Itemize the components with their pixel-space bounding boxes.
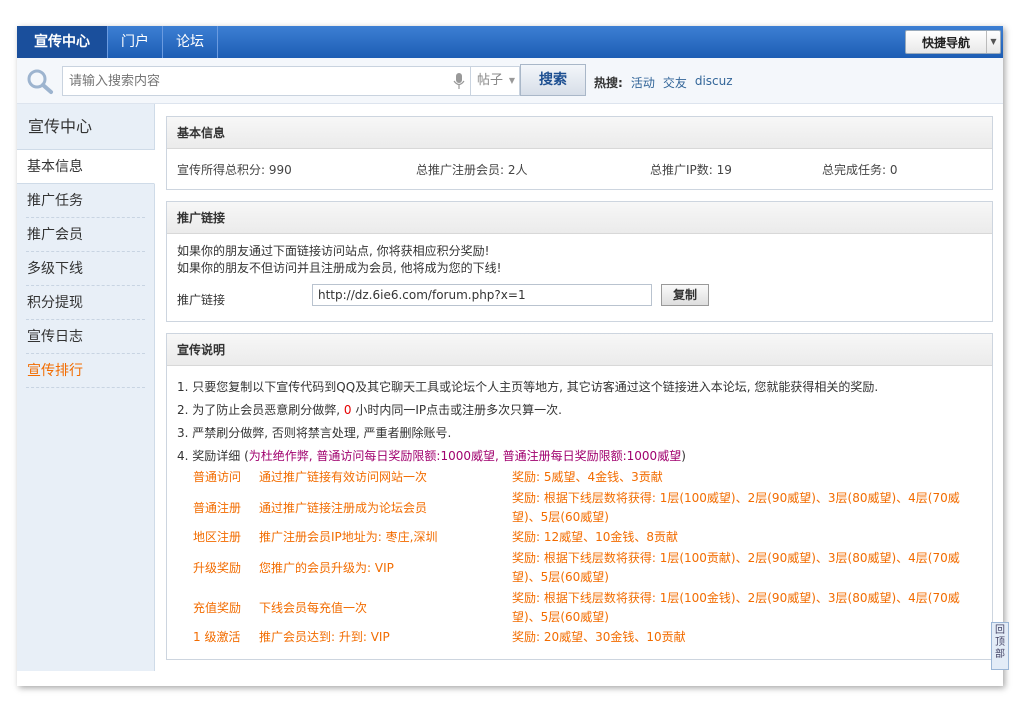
quick-nav-label: 快捷导航 [921, 35, 970, 50]
rules-list: 1. 只要您复制以下宣传代码到QQ及其它聊天工具或论坛个人主页等地方, 其它访客… [167, 366, 992, 648]
reward-value: 奖励: 根据下线层数将获得: 1层(100金钱)、2层(90威望)、3层(80威… [512, 591, 960, 624]
reward-condition: 通过推广链接注册成为论坛会员 [259, 500, 428, 515]
sidebar-item-withdraw[interactable]: 积分提现 [26, 286, 145, 320]
top-nav: 宣传中心 门户 论坛 [17, 26, 218, 58]
footer [17, 671, 1003, 686]
reward-type: 地区注册 [193, 530, 242, 544]
stat-total-tasks: 总完成任务: 0 [822, 163, 898, 177]
basic-info-panel: 基本信息 宣传所得总积分: 990 总推广注册会员: 2人 总推广IP数: 19… [166, 116, 993, 190]
search-type-label: 帖子 [477, 73, 504, 88]
promo-link-desc-2: 如果你的朋友不但访问并且注册成为会员, 他将成为您的下线! [177, 261, 502, 275]
promo-link-input[interactable] [312, 284, 652, 306]
basic-info-stats: 宣传所得总积分: 990 总推广注册会员: 2人 总推广IP数: 19 总完成任… [167, 149, 992, 189]
sidebar-item-promo-tasks[interactable]: 推广任务 [26, 184, 145, 218]
reward-row: 升级奖励 您推广的会员升级为: VIP 奖励: 根据下线层数将获得: 1层(10… [177, 548, 982, 588]
promo-link-desc-1: 如果你的朋友通过下面链接访问站点, 你将获相应积分奖励! [177, 244, 490, 258]
search-button[interactable]: 搜索 [520, 64, 586, 96]
stat-total-points: 宣传所得总积分: 990 [177, 163, 292, 177]
promo-link-title: 推广链接 [167, 202, 992, 234]
nav-item-forum[interactable]: 论坛 [163, 26, 218, 58]
reward-row: 地区注册 推广注册会员IP地址为: 枣庄,深圳 奖励: 12威望、10金钱、8贡… [177, 528, 982, 548]
copy-button[interactable]: 复制 [661, 284, 709, 306]
rule-item: 4. 奖励详细 (为杜绝作弊, 普通访问每日奖励限额:1000威望, 普通注册每… [177, 445, 982, 468]
sidebar-item-basic-info[interactable]: 基本信息 [17, 150, 155, 184]
sidebar-item-promo-log[interactable]: 宣传日志 [26, 320, 145, 354]
reward-condition: 推广会员达到: 升到: VIP [259, 630, 390, 644]
rule-text: 小时内同一IP点击或注册多次只算一次. [351, 403, 562, 417]
sidebar-item-multi-level[interactable]: 多级下线 [26, 252, 145, 286]
basic-info-title: 基本信息 [167, 117, 992, 149]
reward-row: 普通注册 通过推广链接注册成为论坛会员 奖励: 根据下线层数将获得: 1层(10… [177, 488, 982, 528]
promo-desc-panel: 宣传说明 1. 只要您复制以下宣传代码到QQ及其它聊天工具或论坛个人主页等地方,… [166, 333, 993, 660]
rule-text: ) [681, 449, 686, 463]
rule-item: 3. 严禁刷分做弊, 否则将禁言处理, 严重者删除账号. [177, 426, 452, 440]
rule-item: 1. 只要您复制以下宣传代码到QQ及其它聊天工具或论坛个人主页等地方, 其它访客… [177, 380, 879, 394]
promo-link-panel: 推广链接 如果你的朋友通过下面链接访问站点, 你将获相应积分奖励! 如果你的朋友… [166, 201, 993, 322]
quick-nav-button[interactable]: 快捷导航 ▼ [905, 30, 1001, 54]
reward-condition: 通过推广链接有效访问网站一次 [259, 470, 428, 484]
rule-limit-note: 为杜绝作弊, 普通访问每日奖励限额:1000威望, 普通注册每日奖励限额:100… [248, 449, 682, 463]
reward-value: 奖励: 根据下线层数将获得: 1层(100贡献)、2层(90威望)、3层(80威… [512, 551, 960, 584]
reward-type: 升级奖励 [193, 560, 242, 575]
reward-value: 奖励: 12威望、10金钱、8贡献 [512, 530, 679, 544]
nav-item-promo-center[interactable]: 宣传中心 [17, 26, 108, 58]
reward-type: 1 级激活 [193, 630, 241, 644]
search-type-select[interactable]: 帖子 ▼ [470, 66, 520, 96]
reward-value: 奖励: 根据下线层数将获得: 1层(100威望)、2层(90威望)、3层(80威… [512, 491, 960, 524]
promo-link-label: 推广链接 [177, 293, 226, 307]
promo-desc-title: 宣传说明 [167, 334, 992, 366]
reward-condition: 推广注册会员IP地址为: 枣庄,深圳 [259, 530, 438, 544]
hot-link-activity[interactable]: 活动 [631, 74, 655, 91]
reward-value: 奖励: 5威望、4金钱、3贡献 [512, 470, 663, 484]
reward-row: 普通访问 通过推广链接有效访问网站一次 奖励: 5威望、4金钱、3贡献 [177, 468, 982, 488]
sidebar-item-promo-members[interactable]: 推广会员 [26, 218, 145, 252]
rule-text: 4. 奖励详细 ( [177, 449, 249, 463]
hot-link-discuz[interactable]: discuz [695, 74, 733, 91]
page-frame: 宣传中心 门户 论坛 快捷导航 ▼ 帖子 ▼ 搜索 热搜: 活动 交友 [17, 26, 1003, 686]
hot-search: 热搜: 活动 交友 discuz [594, 74, 733, 91]
hot-search-label: 热搜: [594, 76, 623, 90]
search-input[interactable] [62, 66, 472, 96]
reward-type: 普通注册 [193, 500, 242, 515]
microphone-icon[interactable] [453, 73, 465, 90]
back-to-top-button[interactable]: 回顶部 [991, 622, 1009, 670]
hot-link-friends[interactable]: 交友 [663, 74, 687, 91]
search-icon [27, 69, 53, 94]
promo-link-desc: 如果你的朋友通过下面链接访问站点, 你将获相应积分奖励! 如果你的朋友不但访问并… [167, 234, 992, 277]
nav-item-portal[interactable]: 门户 [108, 26, 163, 58]
reward-table: 普通访问 通过推广链接有效访问网站一次 奖励: 5威望、4金钱、3贡献 普通注册… [177, 468, 982, 648]
sidebar-title: 宣传中心 [17, 104, 154, 150]
reward-type: 充值奖励 [193, 600, 242, 615]
reward-condition: 下线会员每充值一次 [259, 600, 368, 615]
rule-item: 2. 为了防止会员恶意刷分做弊, 0 小时内同一IP点击或注册多次只算一次. [177, 399, 982, 422]
search-bar: 帖子 ▼ 搜索 热搜: 活动 交友 discuz [17, 58, 1003, 104]
rule-text: 2. 为了防止会员恶意刷分做弊, [177, 403, 344, 417]
reward-type: 普通访问 [193, 470, 242, 484]
chevron-down-icon: ▼ [986, 31, 1000, 53]
reward-value: 奖励: 20威望、30金钱、10贡献 [512, 630, 686, 644]
stat-total-ips: 总推广IP数: 19 [650, 163, 732, 177]
reward-condition: 您推广的会员升级为: VIP [259, 560, 394, 575]
rule-hours: 0 [343, 403, 352, 417]
chevron-down-icon: ▼ [508, 76, 515, 85]
stat-total-members: 总推广注册会员: 2人 [416, 163, 528, 177]
top-nav-bar: 宣传中心 门户 论坛 快捷导航 ▼ [17, 26, 1003, 58]
sidebar-item-promo-ranking[interactable]: 宣传排行 [26, 354, 145, 388]
reward-row: 1 级激活 推广会员达到: 升到: VIP 奖励: 20威望、30金钱、10贡献 [177, 628, 982, 648]
reward-row: 充值奖励 下线会员每充值一次 奖励: 根据下线层数将获得: 1层(100金钱)、… [177, 588, 982, 628]
sidebar: 宣传中心 基本信息 推广任务 推广会员 多级下线 积分提现 宣传日志 宣传排行 [17, 104, 155, 671]
